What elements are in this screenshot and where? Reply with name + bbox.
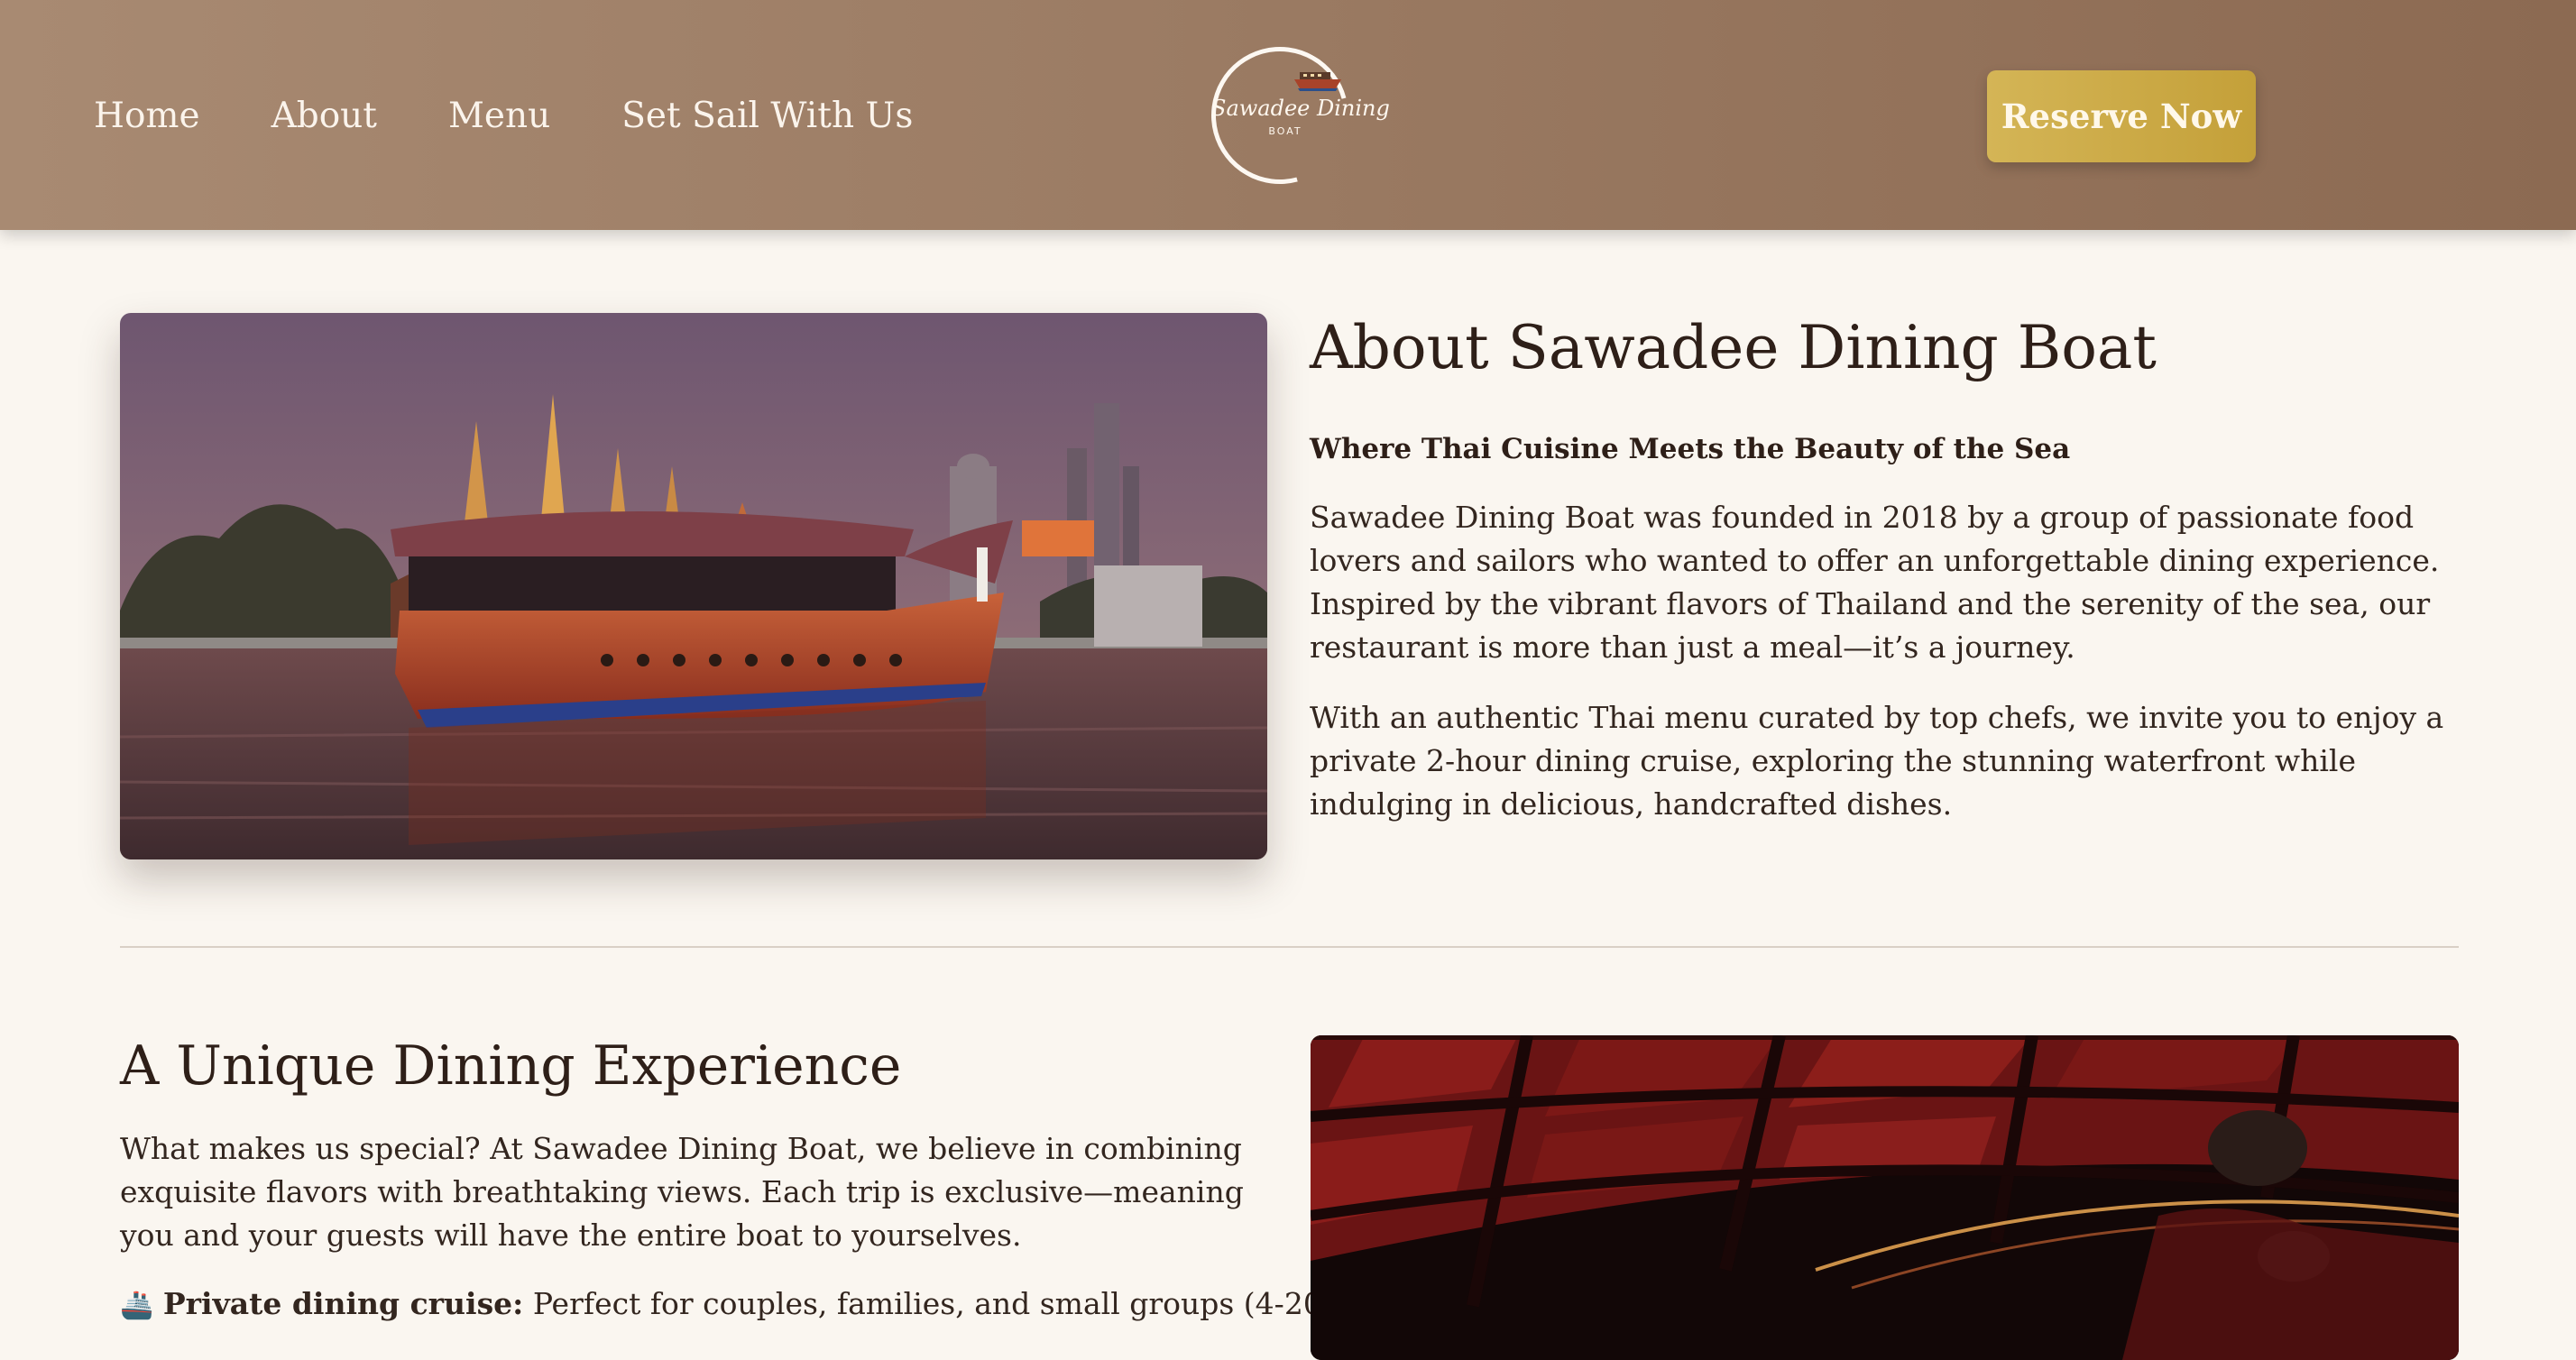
nav-home[interactable]: Home [94,90,200,142]
site-logo[interactable]: Sawadee Dining BOAT [1186,22,1390,209]
boat-logo-icon [1294,72,1341,91]
feature-label: Private dining cruise: [162,1286,524,1321]
boat-photo [120,313,1267,859]
ship-icon: 🚢 [120,1290,154,1321]
unique-title: A Unique Dining Experience [120,1034,902,1098]
about-title: About Sawadee Dining Boat [1310,313,2157,382]
about-section: About Sawadee Dining Boat Where Thai Cui… [1310,303,2455,826]
about-subtitle: Where Thai Cuisine Meets the Beauty of t… [1310,433,2071,465]
logo-sub: BOAT [1268,125,1302,137]
unique-intro: What makes us special? At Sawadee Dining… [120,1131,1244,1253]
site-header: Home About Menu Set Sail With Us Sawadee… [0,0,2576,230]
feature-private-cruise: 🚢 Private dining cruise: Perfect for cou… [120,1282,1451,1328]
unique-section: A Unique Dining Experience What makes us… [120,1028,1451,1328]
main-nav: Home About Menu Set Sail With Us [94,90,984,142]
reserve-now-button[interactable]: Reserve Now [1987,70,2256,162]
logo-script: Sawadee Dining [1211,96,1390,121]
nav-set-sail[interactable]: Set Sail With Us [621,90,913,142]
nav-about[interactable]: About [271,90,377,142]
interior-photo [1311,1035,2459,1360]
about-paragraph-1: Sawadee Dining Boat was founded in 2018 … [1310,500,2440,665]
nav-menu[interactable]: Menu [448,90,550,142]
section-divider [120,946,2459,948]
about-paragraph-2: With an authentic Thai menu curated by t… [1310,700,2444,822]
